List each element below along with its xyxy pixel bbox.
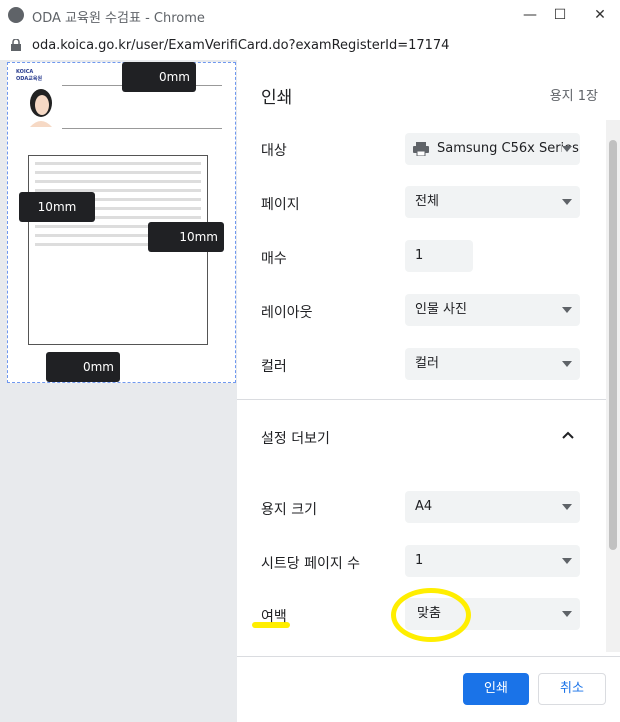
profile-photo-icon [30, 89, 52, 127]
print-title: 인쇄 [261, 88, 293, 108]
paper-size-label: 용지 크기 [261, 502, 317, 518]
pages-per-sheet-select[interactable]: 1 [405, 545, 580, 577]
maximize-button[interactable]: ☐ [550, 5, 570, 25]
chevron-down-icon [562, 504, 572, 510]
copies-label: 매수 [261, 251, 287, 267]
pages-per-sheet-label: 시트당 페이지 수 [261, 556, 361, 572]
margin-bottom-badge: 0mm [46, 352, 120, 382]
highlight-circle [391, 588, 471, 642]
chevron-down-icon [562, 558, 572, 564]
more-settings-toggle[interactable]: 설정 더보기 [261, 428, 330, 448]
chevron-down-icon [562, 611, 572, 617]
preview-logo-bottom: ODA교육원 [16, 76, 43, 82]
pages-value: 전체 [415, 194, 439, 209]
cancel-button[interactable]: 취소 [538, 673, 606, 705]
scrollbar[interactable] [606, 120, 620, 652]
scrollbar-thumb[interactable] [609, 140, 617, 550]
print-button[interactable]: 인쇄 [463, 673, 529, 705]
chrome-app-icon [8, 7, 24, 23]
chevron-down-icon [562, 146, 572, 152]
divider [237, 399, 606, 400]
paper-size-value: A4 [415, 499, 433, 514]
pages-label: 페이지 [261, 197, 300, 213]
margin-top-badge: 0mm [122, 62, 196, 92]
url-text: oda.koica.go.kr/user/ExamVerifiCard.do?e… [32, 38, 450, 53]
layout-select[interactable]: 인물 사진 [405, 294, 580, 326]
copies-input[interactable]: 1 [405, 240, 473, 272]
print-preview-pane: KOICA ODA교육원 0mm 10mm 10mm 0mm [0, 60, 237, 722]
margin-right-badge: 10mm [148, 222, 224, 252]
destination-select[interactable]: Samsung C56x Series [405, 133, 580, 165]
pages-select[interactable]: 전체 [405, 186, 580, 218]
window-title: ODA 교육원 수검표 - Chrome [32, 11, 205, 26]
close-button[interactable]: ✕ [590, 5, 610, 25]
chevron-up-icon[interactable] [562, 431, 574, 439]
color-label: 컬러 [261, 359, 287, 375]
destination-value: Samsung C56x Series [437, 141, 579, 156]
paper-size-select[interactable]: A4 [405, 491, 580, 523]
printer-icon [413, 142, 429, 156]
chevron-down-icon [562, 307, 572, 313]
address-bar[interactable]: oda.koica.go.kr/user/ExamVerifiCard.do?e… [0, 30, 620, 60]
title-bar: ODA 교육원 수검표 - Chrome — ☐ ✕ [0, 0, 620, 30]
layout-value: 인물 사진 [415, 302, 467, 317]
lock-icon [11, 39, 21, 51]
color-value: 컬러 [415, 356, 439, 371]
destination-label: 대상 [261, 143, 287, 159]
minimize-button[interactable]: — [520, 5, 540, 25]
margins-label: 여백 [261, 609, 287, 625]
margin-left-badge: 10mm [19, 192, 95, 222]
pages-per-sheet-value: 1 [415, 553, 424, 568]
layout-label: 레이아웃 [261, 305, 313, 321]
chevron-down-icon [562, 361, 572, 367]
print-settings-panel: 인쇄 용지 1장 대상 Samsung C56x Series 페이지 전체 매… [237, 60, 620, 722]
color-select[interactable]: 컬러 [405, 348, 580, 380]
print-footer: 인쇄 취소 [237, 656, 620, 722]
sheet-count: 용지 1장 [549, 89, 598, 104]
chevron-down-icon [562, 199, 572, 205]
